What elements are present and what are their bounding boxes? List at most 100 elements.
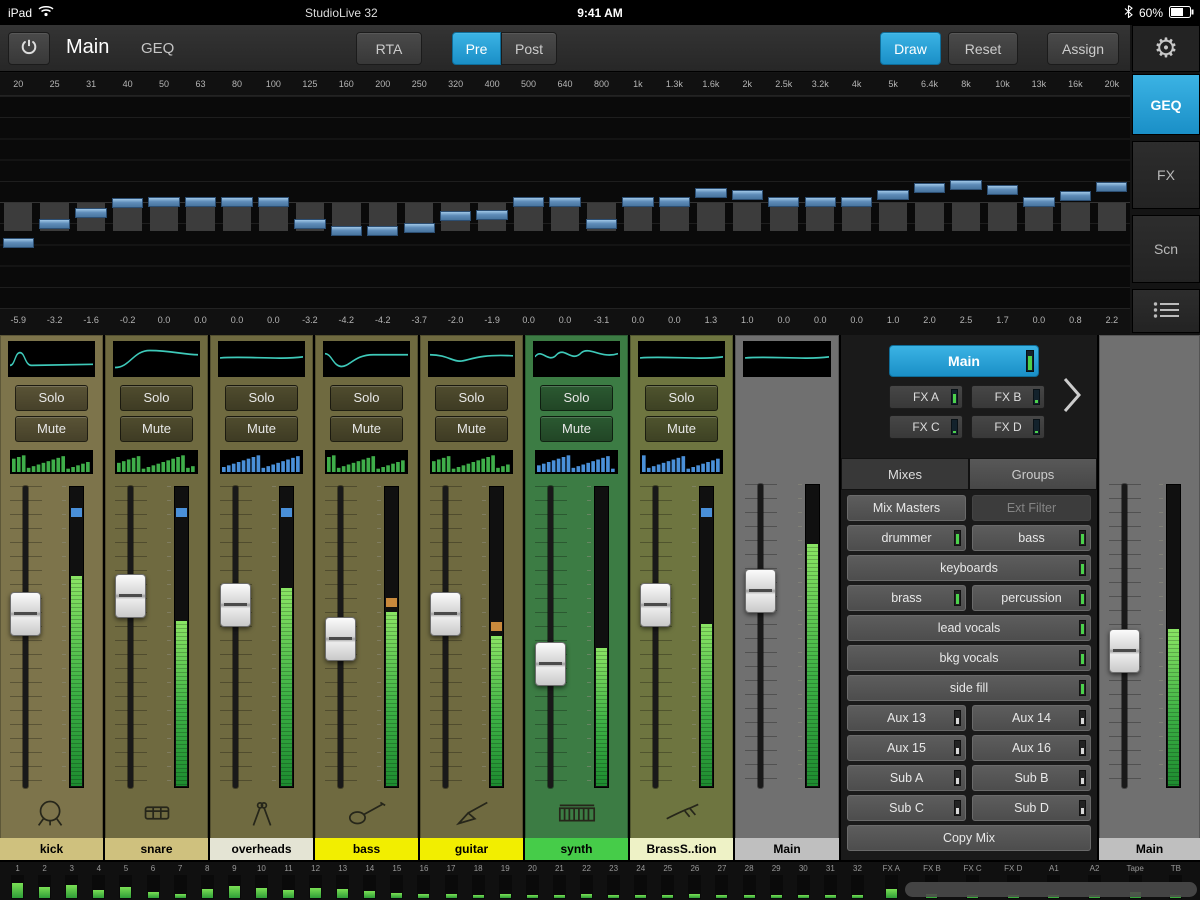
solo-button[interactable]: Solo <box>225 385 298 411</box>
power-button[interactable] <box>8 32 50 65</box>
channel-strip-snare[interactable]: SoloMutesnare <box>105 335 208 860</box>
geq-band[interactable] <box>182 96 218 308</box>
geq-band[interactable] <box>766 96 802 308</box>
geq-band[interactable] <box>36 96 72 308</box>
fader-cap[interactable] <box>325 617 356 661</box>
settings-button[interactable]: ⚙ <box>1132 25 1200 72</box>
fader-cap[interactable] <box>745 569 776 613</box>
fader-track[interactable] <box>23 486 28 788</box>
mix-button[interactable]: Sub A <box>847 765 966 791</box>
geq-band-handle[interactable] <box>440 211 471 221</box>
bridge-channel-1[interactable]: 1 <box>4 864 31 899</box>
geq-band[interactable] <box>984 96 1020 308</box>
bridge-channel-9[interactable]: 9 <box>221 864 248 899</box>
geq-band[interactable] <box>802 96 838 308</box>
geq-band-handle[interactable] <box>513 197 544 207</box>
mute-button[interactable]: Mute <box>120 416 193 442</box>
rta-button[interactable]: RTA <box>356 32 422 65</box>
bridge-channel-8[interactable]: 8 <box>194 864 221 899</box>
mix-button[interactable]: bkg vocals <box>847 645 1091 671</box>
geq-band[interactable] <box>255 96 291 308</box>
channel-strip-overheads[interactable]: SoloMuteoverheads <box>210 335 313 860</box>
mute-button[interactable]: Mute <box>225 416 298 442</box>
geq-band-handle[interactable] <box>768 197 799 207</box>
mute-button[interactable]: Mute <box>540 416 613 442</box>
fader-cap[interactable] <box>535 642 566 686</box>
channel-strip-synth[interactable]: SoloMutesynth <box>525 335 628 860</box>
mix-button[interactable]: Aux 15 <box>847 735 966 761</box>
geq-band[interactable] <box>73 96 109 308</box>
mix-button[interactable]: Aux 13 <box>847 705 966 731</box>
mix-button[interactable]: lead vocals <box>847 615 1091 641</box>
geq-band-handle[interactable] <box>586 219 617 229</box>
pre-button[interactable]: Pre <box>452 32 501 65</box>
bridge-channel-14[interactable]: 14 <box>356 864 383 899</box>
scrollbar-thumb[interactable] <box>905 882 1197 897</box>
bridge-channel-2[interactable]: 2 <box>31 864 58 899</box>
mix-button[interactable]: Ext Filter <box>972 495 1091 521</box>
mute-button[interactable]: Mute <box>645 416 718 442</box>
geq-band-handle[interactable] <box>75 208 106 218</box>
geq-band-handle[interactable] <box>622 197 653 207</box>
geq-band[interactable] <box>510 96 546 308</box>
fx-button-4[interactable]: FX D <box>971 415 1045 439</box>
geq-band-handle[interactable] <box>185 197 216 207</box>
fader-cap[interactable] <box>220 583 251 627</box>
bridge-channel-25[interactable]: 25 <box>654 864 681 899</box>
fader-cap[interactable] <box>10 592 41 636</box>
geq-band[interactable] <box>693 96 729 308</box>
main-strip-center[interactable]: Main <box>735 335 839 860</box>
fx-button-2[interactable]: FX B <box>971 385 1045 409</box>
solo-button[interactable]: Solo <box>645 385 718 411</box>
geq-band[interactable] <box>1057 96 1093 308</box>
fader-track[interactable] <box>653 486 658 788</box>
bridge-channel-28[interactable]: 28 <box>736 864 763 899</box>
mix-button[interactable]: Aux 14 <box>972 705 1091 731</box>
geq-band-handle[interactable] <box>732 190 763 200</box>
fader-cap[interactable] <box>1109 629 1140 673</box>
geq-band-handle[interactable] <box>404 223 435 233</box>
post-button[interactable]: Post <box>501 32 557 65</box>
scene-list-button[interactable] <box>1132 289 1200 333</box>
channel-strip-kick[interactable]: SoloMutekick <box>0 335 103 860</box>
channel-name-label[interactable]: synth <box>525 838 628 860</box>
geq-band-handle[interactable] <box>805 197 836 207</box>
geq-band[interactable] <box>911 96 947 308</box>
solo-button[interactable]: Solo <box>15 385 88 411</box>
geq-band[interactable] <box>656 96 692 308</box>
fader-track[interactable] <box>758 484 763 788</box>
mix-button[interactable]: keyboards <box>847 555 1091 581</box>
geq-band-handle[interactable] <box>877 190 908 200</box>
mix-button[interactable]: drummer <box>847 525 966 551</box>
fader-cap[interactable] <box>640 583 671 627</box>
bridge-channel-18[interactable]: 18 <box>465 864 492 899</box>
geq-band-handle[interactable] <box>258 197 289 207</box>
main-name-label[interactable]: Main <box>1099 838 1200 860</box>
channel-strip-bass[interactable]: SoloMutebass <box>315 335 418 860</box>
channel-name-label[interactable]: bass <box>315 838 418 860</box>
tab-geq[interactable]: GEQ <box>1132 74 1200 135</box>
fader-track[interactable] <box>443 486 448 788</box>
bridge-channel-32[interactable]: 32 <box>844 864 871 899</box>
mix-button[interactable]: brass <box>847 585 966 611</box>
geq-band[interactable] <box>328 96 364 308</box>
channel-name-label[interactable]: snare <box>105 838 208 860</box>
geq-band[interactable] <box>219 96 255 308</box>
main-name-label[interactable]: Main <box>735 838 839 860</box>
mix-button[interactable]: Sub C <box>847 795 966 821</box>
geq-band[interactable] <box>401 96 437 308</box>
next-mix-button[interactable] <box>1061 375 1083 420</box>
geq-band-handle[interactable] <box>367 226 398 236</box>
bridge-channel-24[interactable]: 24 <box>627 864 654 899</box>
bridge-channel-29[interactable]: 29 <box>763 864 790 899</box>
geq-band-handle[interactable] <box>659 197 690 207</box>
mix-button[interactable]: bass <box>972 525 1091 551</box>
fader-cap[interactable] <box>115 574 146 618</box>
geq-band-handle[interactable] <box>950 180 981 190</box>
bridge-channel-15[interactable]: 15 <box>383 864 410 899</box>
geq-band-handle[interactable] <box>112 198 143 208</box>
bridge-channel-30[interactable]: 30 <box>790 864 817 899</box>
geq-band-handle[interactable] <box>331 226 362 236</box>
bridge-channel-11[interactable]: 11 <box>275 864 302 899</box>
main-strip-right[interactable]: Main <box>1099 335 1200 860</box>
